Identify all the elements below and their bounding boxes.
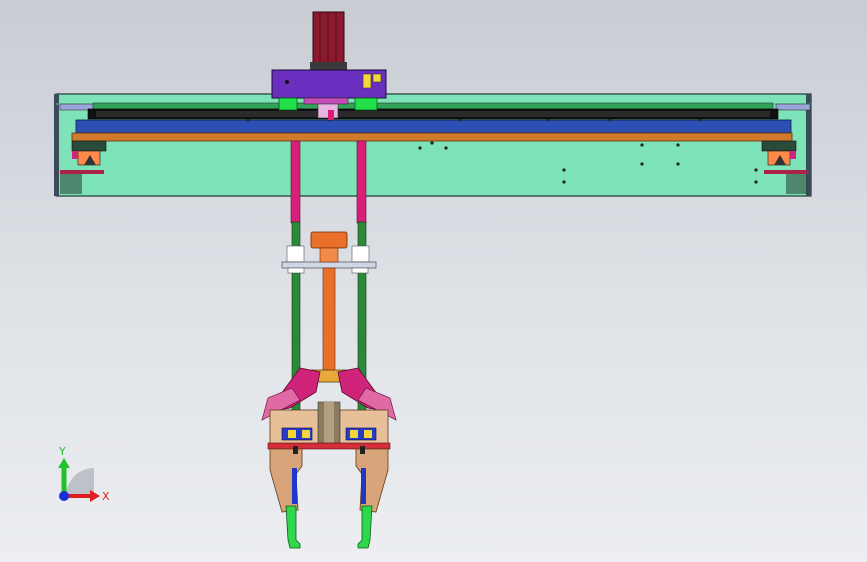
rail-orange[interactable] — [71, 132, 793, 142]
z-axis-dot — [59, 491, 69, 501]
cad-viewport[interactable]: Y X — [0, 0, 867, 562]
right-rod-pink — [356, 140, 367, 224]
right-side-plate — [775, 103, 811, 111]
channel-top-bar — [92, 102, 774, 110]
y-axis-arrow — [58, 458, 70, 468]
cylinder-neck — [319, 247, 339, 263]
servo-motor[interactable] — [310, 11, 347, 71]
gripper-assembly[interactable] — [261, 367, 397, 549]
rail-blue[interactable] — [75, 119, 792, 134]
x-axis-label: X — [102, 490, 110, 503]
y-axis-label: Y — [58, 445, 66, 458]
axis-triad: Y X — [58, 445, 110, 503]
frame-left-endcap — [54, 94, 59, 196]
pneumatic-cylinder[interactable] — [310, 231, 348, 371]
cylinder-rod — [322, 267, 336, 371]
x-axis-arrow — [90, 490, 100, 502]
left-rod-pink — [290, 140, 301, 224]
channel-inner — [96, 111, 770, 117]
cylinder-cap — [310, 231, 348, 249]
belt-channel[interactable] — [87, 102, 779, 120]
assembly-drawing[interactable]: Y X — [0, 0, 867, 562]
motor-flange — [310, 62, 347, 70]
